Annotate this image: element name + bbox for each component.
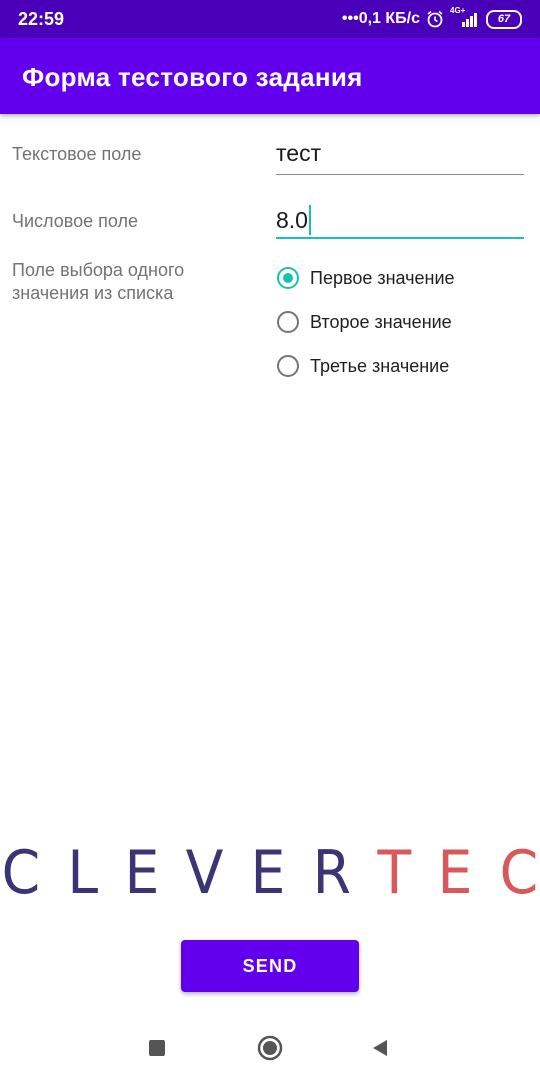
number-field-label: Числовое поле	[12, 211, 139, 231]
battery-level: 67	[497, 12, 511, 25]
network-type: 4G+	[450, 6, 480, 28]
navigation-bar	[0, 1020, 540, 1080]
radio-unchecked-icon[interactable]	[277, 311, 299, 333]
number-input[interactable]: 8.0	[276, 203, 524, 237]
status-icons: •••0,1 КБ/с 4G+ 67	[341, 6, 522, 30]
radio-option-label: Второе значение	[310, 311, 452, 332]
logo-letter: C	[1, 838, 41, 908]
logo-letter: L	[66, 838, 98, 908]
radio-unchecked-icon[interactable]	[277, 355, 299, 377]
radio-checked-icon[interactable]	[277, 267, 299, 289]
logo-letter: E	[124, 838, 160, 908]
radio-option-label: Первое значение	[310, 267, 455, 288]
network-speed: •••0,1 КБ/с	[341, 10, 420, 27]
number-field-underline	[276, 237, 524, 239]
logo-letter: R	[312, 838, 351, 908]
logo-letter: C	[499, 838, 539, 908]
radio-option-third[interactable]: Третье значение	[277, 351, 449, 381]
home-circle-icon[interactable]	[257, 1035, 283, 1061]
alarm-icon	[427, 10, 443, 28]
back-triangle-icon[interactable]	[370, 1038, 390, 1058]
text-input[interactable]	[276, 138, 524, 174]
radio-group-label: Поле выбора одного значения из списка	[12, 260, 185, 303]
text-field-underline	[276, 174, 524, 175]
radio-option-label: Третье значение	[310, 355, 450, 376]
send-button[interactable]: SEND	[181, 940, 359, 992]
text-field-label: Текстовое поле	[12, 144, 142, 164]
logo-letter: V	[185, 838, 224, 908]
text-field[interactable]	[276, 138, 524, 175]
app-title: Форма тестового задания	[22, 62, 363, 92]
logo-letter: E	[250, 838, 286, 908]
logo-letter: T	[377, 838, 412, 908]
radio-option-first[interactable]: Первое значение	[277, 263, 455, 293]
number-field[interactable]: 8.0	[276, 203, 524, 239]
number-input-value: 8.0	[276, 206, 308, 233]
signal-icon	[462, 13, 477, 27]
clevertec-logo: C L E V E R T E C	[0, 843, 540, 903]
text-cursor	[308, 205, 311, 235]
status-time: 22:59	[18, 9, 65, 29]
recents-square-icon[interactable]	[147, 1038, 167, 1058]
battery-icon: 67	[486, 9, 522, 29]
logo-letter: E	[437, 838, 473, 908]
radio-option-second[interactable]: Второе значение	[277, 307, 452, 337]
status-bar: 22:59 •••0,1 КБ/с 4G+ 67	[0, 0, 540, 38]
app-bar: Форма тестового задания	[0, 38, 540, 114]
